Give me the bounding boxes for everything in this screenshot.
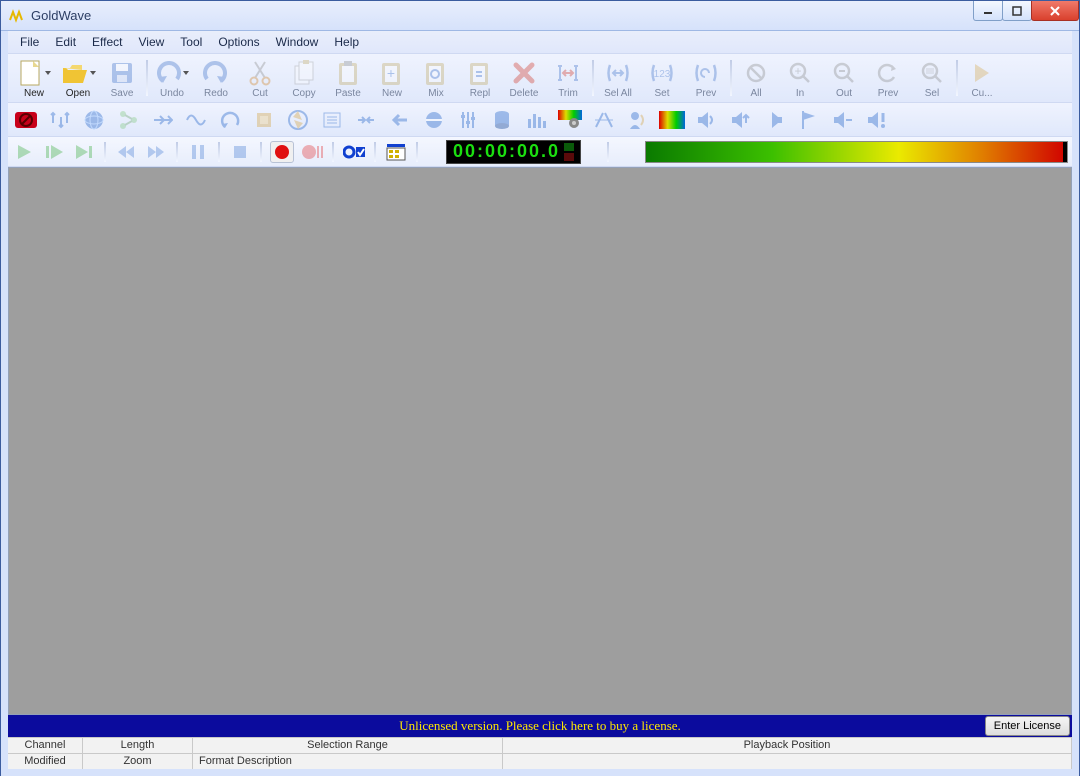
properties-button[interactable]: [384, 141, 408, 163]
timer-display: 00:00:00.0: [446, 140, 581, 164]
bars-icon[interactable]: [522, 106, 550, 134]
level-meter: [645, 141, 1068, 163]
menu-window[interactable]: Window: [268, 33, 327, 51]
workspace-area: [8, 167, 1072, 715]
equalizer-icon[interactable]: [454, 106, 482, 134]
toolbar-trim-button[interactable]: Trim: [546, 54, 590, 102]
flag-icon[interactable]: [794, 106, 822, 134]
app-icon: [9, 8, 25, 24]
toolbar-in-button[interactable]: +In: [778, 54, 822, 102]
stop-button[interactable]: [228, 141, 252, 163]
close-button[interactable]: [1031, 1, 1079, 21]
maximize-button[interactable]: [1002, 1, 1032, 21]
toolbar-open-button[interactable]: Open: [56, 54, 100, 102]
transport-toolbar: 00:00:00.0: [8, 137, 1072, 167]
status-empty: [503, 754, 1072, 769]
status-row-1: Channel Length Selection Range Playback …: [8, 737, 1072, 753]
voice-icon[interactable]: [624, 106, 652, 134]
double-arrow-right-icon[interactable]: [148, 106, 176, 134]
forward-button[interactable]: [144, 141, 168, 163]
toolbar-redo-button[interactable]: Redo: [194, 54, 238, 102]
play-button[interactable]: [12, 141, 36, 163]
title-bar: GoldWave: [1, 1, 1079, 31]
spectrum-settings-icon[interactable]: [556, 106, 584, 134]
menu-options[interactable]: Options: [210, 33, 267, 51]
status-zoom: Zoom: [83, 754, 193, 769]
license-bar[interactable]: Unlicensed version. Please click here to…: [8, 715, 1072, 737]
forbidden-icon[interactable]: [12, 106, 40, 134]
status-playback: Playback Position: [503, 738, 1072, 753]
globe-icon[interactable]: [80, 106, 108, 134]
arrow-left-icon[interactable]: [386, 106, 414, 134]
speaker-icon[interactable]: [692, 106, 720, 134]
toolbar-new-button[interactable]: New: [12, 54, 56, 102]
menu-help[interactable]: Help: [326, 33, 367, 51]
menu-edit[interactable]: Edit: [47, 33, 84, 51]
toolbar-cut-button[interactable]: Cut: [238, 54, 282, 102]
cylinder-icon[interactable]: [488, 106, 516, 134]
toolbar-delete-button[interactable]: Delete: [502, 54, 546, 102]
status-channel: Channel: [8, 738, 83, 753]
toolbar-set-button[interactable]: 123Set: [640, 54, 684, 102]
record-button[interactable]: [270, 141, 294, 163]
license-text[interactable]: Unlicensed version. Please click here to…: [8, 718, 1072, 734]
speaker-left-icon[interactable]: [760, 106, 788, 134]
toolbar-prev-button[interactable]: Prev: [684, 54, 728, 102]
toolbar-copy-button[interactable]: Copy: [282, 54, 326, 102]
app-title: GoldWave: [31, 8, 91, 23]
toolbar-prev2-button[interactable]: Prev: [866, 54, 910, 102]
spectrum-icon[interactable]: [658, 106, 686, 134]
ball-h-icon[interactable]: [420, 106, 448, 134]
status-length: Length: [83, 738, 193, 753]
record-pause-button[interactable]: [300, 141, 324, 163]
wave-icon[interactable]: [182, 106, 210, 134]
menu-file[interactable]: File: [12, 33, 47, 51]
rewind-button[interactable]: [114, 141, 138, 163]
effects-toolbar: [8, 103, 1072, 137]
toolbar-cue-button[interactable]: Cu...: [960, 54, 1004, 102]
toolbar-repl-button[interactable]: Repl: [458, 54, 502, 102]
checklist-icon[interactable]: [318, 106, 346, 134]
toolbar-selall-button[interactable]: Sel All: [596, 54, 640, 102]
undo-curve-icon[interactable]: [216, 106, 244, 134]
menu-effect[interactable]: Effect: [84, 33, 130, 51]
svg-text:+: +: [387, 65, 395, 81]
crossfade-icon[interactable]: [590, 106, 618, 134]
svg-text:+: +: [794, 64, 801, 78]
shutter-icon[interactable]: [284, 106, 312, 134]
toolbar-sel-button[interactable]: Sel: [910, 54, 954, 102]
status-format: Format Description: [193, 754, 503, 769]
toolbar-all-button[interactable]: All: [734, 54, 778, 102]
menu-tool[interactable]: Tool: [172, 33, 210, 51]
toolbar-undo-button[interactable]: Undo: [150, 54, 194, 102]
compress-h-icon[interactable]: [352, 106, 380, 134]
status-modified: Modified: [8, 754, 83, 769]
pause-button[interactable]: [186, 141, 210, 163]
timer-value: 00:00:00.0: [453, 141, 560, 162]
status-selection: Selection Range: [193, 738, 503, 753]
speaker-minus-icon[interactable]: [828, 106, 856, 134]
speaker-up-icon[interactable]: [726, 106, 754, 134]
minimize-button[interactable]: [973, 1, 1003, 21]
loop-toggle-icon[interactable]: [342, 141, 366, 163]
status-row-2: Modified Zoom Format Description: [8, 753, 1072, 769]
swap-channels-icon[interactable]: [46, 106, 74, 134]
toolbar-save-button[interactable]: Save: [100, 54, 144, 102]
menu-bar: File Edit Effect View Tool Options Windo…: [8, 31, 1072, 53]
play-start-button[interactable]: [42, 141, 66, 163]
svg-text:123: 123: [654, 69, 671, 80]
toolbar-mix-button[interactable]: Mix: [414, 54, 458, 102]
speaker-alert-icon[interactable]: [862, 106, 890, 134]
block-icon[interactable]: [250, 106, 278, 134]
enter-license-button[interactable]: Enter License: [985, 716, 1070, 736]
toolbar-out-button[interactable]: Out: [822, 54, 866, 102]
branch-icon[interactable]: [114, 106, 142, 134]
main-toolbar: NewOpenSaveUndoRedoCutCopyPaste+NewMixRe…: [8, 53, 1072, 103]
play-end-button[interactable]: [72, 141, 96, 163]
menu-view[interactable]: View: [131, 33, 173, 51]
toolbar-paste-button[interactable]: Paste: [326, 54, 370, 102]
toolbar-new2-button[interactable]: +New: [370, 54, 414, 102]
